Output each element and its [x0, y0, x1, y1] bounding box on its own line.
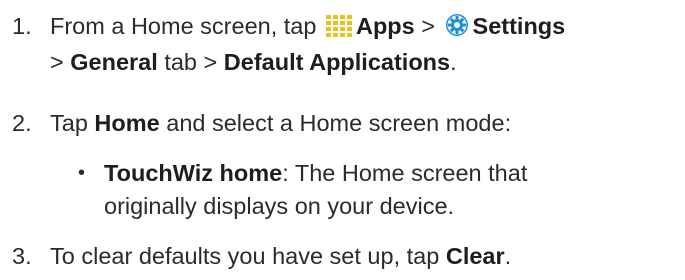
step-3-line: To clear defaults you have set up, tap C…: [50, 240, 511, 273]
punctuation: .: [504, 243, 512, 269]
punctuation: .: [450, 49, 457, 75]
bullet-glyph: •: [78, 162, 86, 184]
step-text: Tap: [50, 110, 88, 136]
step-2: 2. Tap Home and select a Home screen mod…: [0, 107, 685, 141]
step-text: and select a Home screen mode:: [166, 110, 512, 136]
bullet-line-2: originally displays on your device.: [104, 193, 455, 219]
punctuation: :: [282, 160, 289, 186]
bullet-description: The Home screen that: [294, 160, 528, 186]
step-text: To clear defaults you have set up, tap: [50, 243, 440, 269]
step-text: From a Home screen, tap: [50, 13, 317, 39]
step-number: 1.: [12, 13, 32, 39]
apps-grid-icon: [325, 13, 352, 46]
step-number: 2.: [12, 110, 32, 136]
step-1-line-2: > General tab > Default Applications.: [50, 46, 457, 79]
bullet-line-1: TouchWiz home: The Home screen that: [104, 157, 527, 190]
separator: >: [50, 49, 64, 75]
default-applications-label: Default Applications: [223, 49, 451, 75]
separator: >: [421, 13, 435, 39]
apps-label: Apps: [355, 13, 415, 39]
step-2-line: Tap Home and select a Home screen mode:: [50, 107, 511, 140]
settings-label: Settings: [472, 13, 566, 39]
step-3: 3. To clear defaults you have set up, ta…: [0, 240, 685, 274]
bullet-text: TouchWiz home: The Home screen that orig…: [104, 157, 527, 223]
step-1-line-1: From a Home screen, tap Apps > Settings: [50, 10, 565, 46]
home-label: Home: [94, 110, 160, 136]
separator: >: [203, 49, 218, 75]
general-label: General: [70, 49, 158, 75]
step-text: tab: [164, 49, 197, 75]
clear-label: Clear: [445, 243, 505, 269]
settings-gear-icon: [445, 13, 469, 46]
touchwiz-home-label: TouchWiz home: [104, 160, 283, 186]
step-number: 3.: [12, 243, 32, 269]
bullet-item: • TouchWiz home: The Home screen that or…: [78, 157, 678, 227]
step-1: 1. From a Home screen, tap Apps > Settin…: [0, 10, 685, 80]
